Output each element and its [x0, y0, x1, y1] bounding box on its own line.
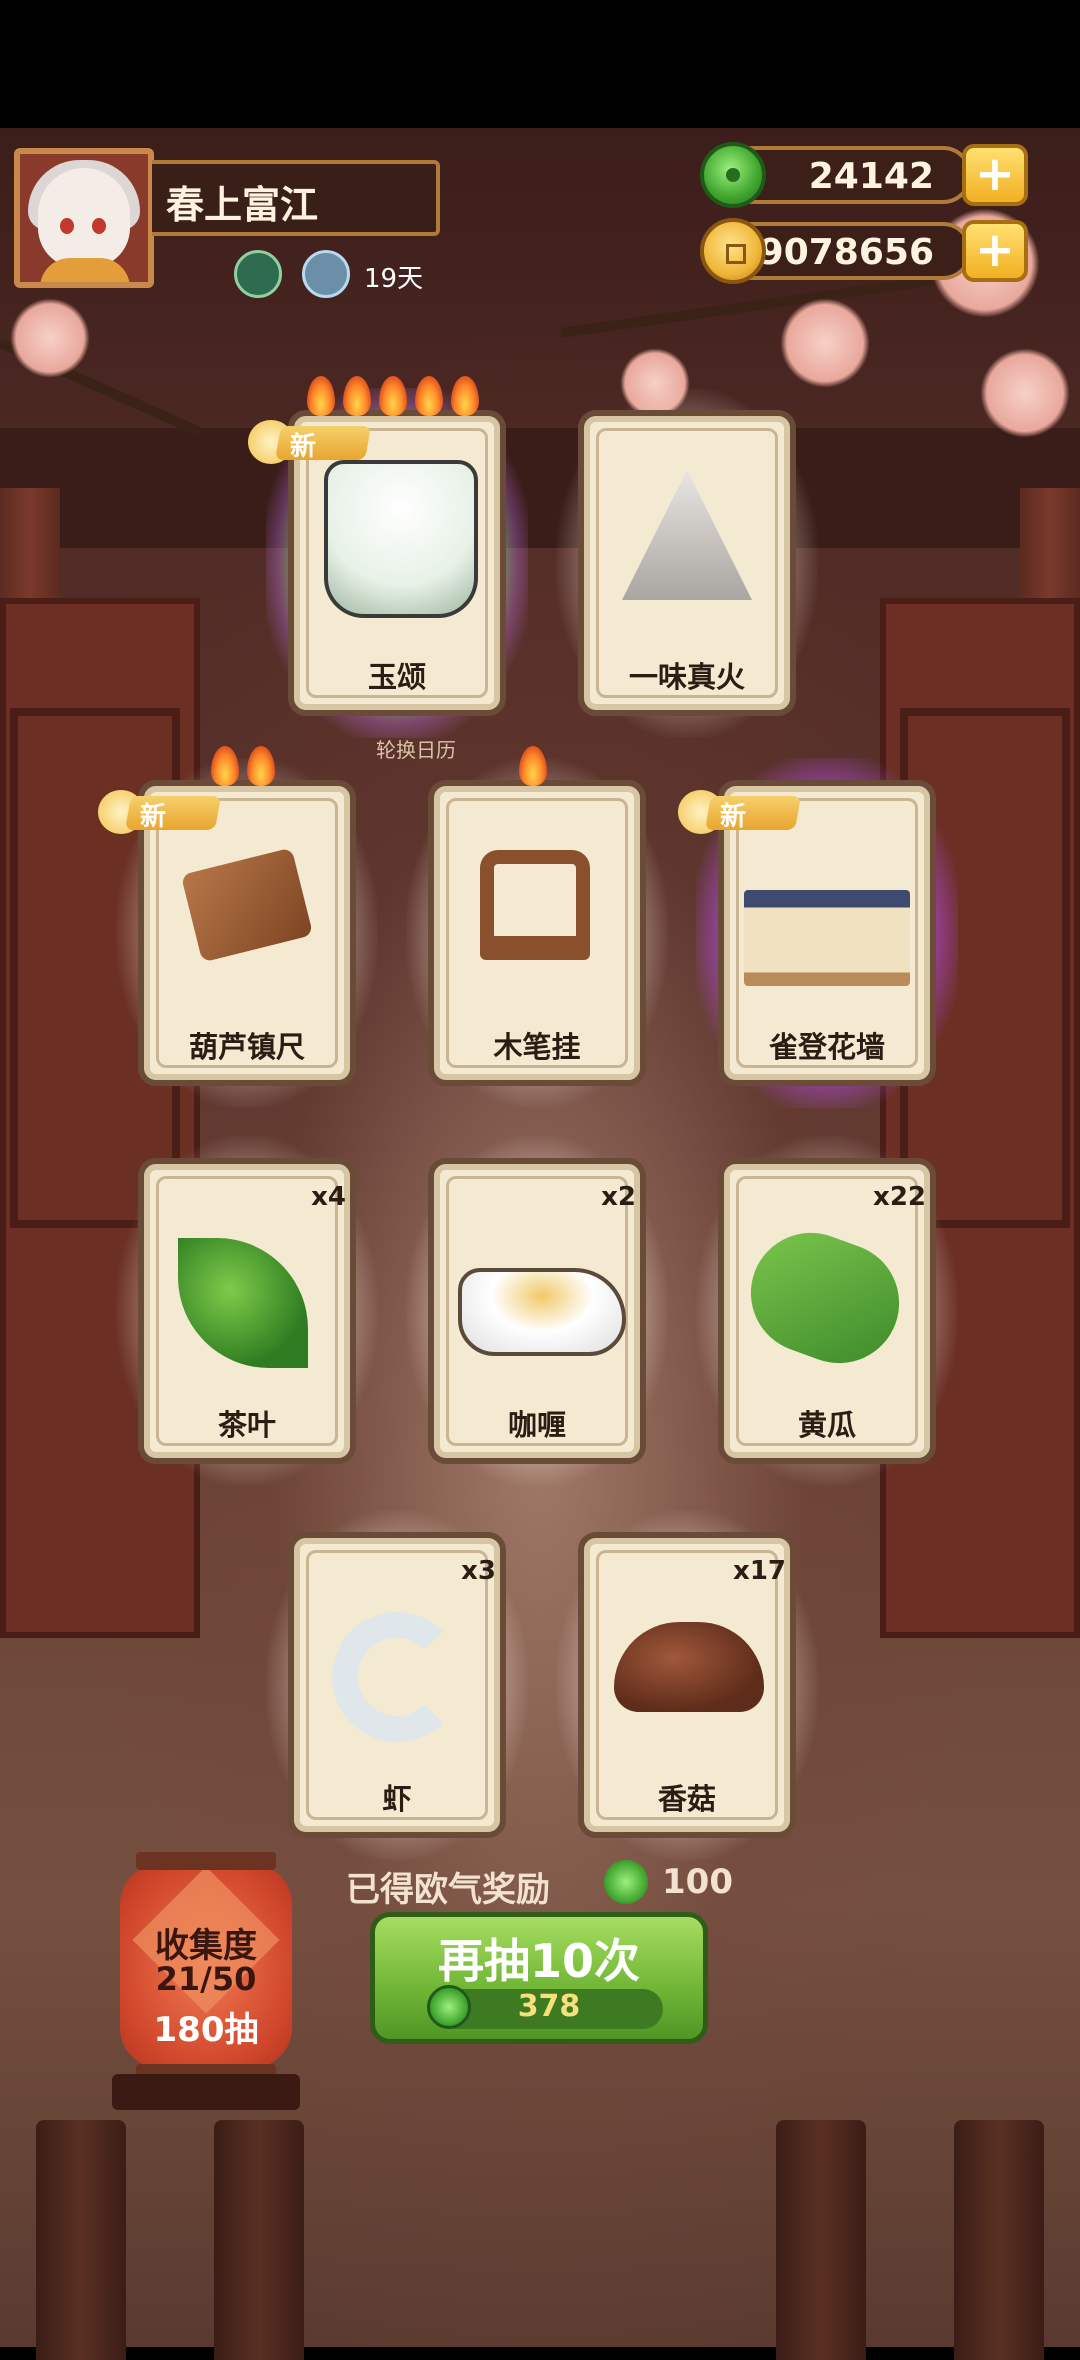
avatar-eye [60, 218, 74, 234]
card-label: 咖喱 [507, 1408, 566, 1442]
redraw-cost: 378 [517, 1989, 581, 2024]
railing-post [214, 2120, 304, 2360]
draws-count: 180抽 [153, 2010, 259, 2050]
new-badge: 新 [248, 420, 371, 464]
jade-cup-icon [324, 460, 478, 618]
flower-wall-icon [744, 890, 910, 986]
avatar-body [40, 258, 130, 282]
reward-card[interactable]: 新雀登花墙 [678, 758, 958, 1108]
player-name: 春上富江 [166, 183, 319, 227]
reward-card[interactable]: x22 黄瓜 [696, 1136, 958, 1486]
jade-amount: 24142 [808, 156, 934, 197]
card-label: 木笔挂 [493, 1030, 581, 1064]
card-count: x17 [733, 1556, 786, 1586]
redraw-label: 再抽10次 [437, 1934, 640, 1988]
new-label: 新 [720, 802, 747, 832]
redraw-button[interactable]: 再抽10次 378 [370, 1912, 708, 2044]
lantern-cap [136, 1852, 276, 1870]
shrimp-icon [332, 1612, 462, 1742]
card-label: 雀登花墙 [768, 1030, 885, 1064]
reward-value: 100 [662, 1862, 733, 1902]
card-label: 玉颂 [367, 660, 426, 694]
card-count: x4 [311, 1182, 346, 1212]
collection-progress: 21/50 [155, 1960, 257, 1998]
card-count: x3 [461, 1556, 496, 1586]
add-jade-button[interactable]: + [962, 144, 1028, 206]
card-count: x22 [873, 1182, 926, 1212]
new-label: 新 [290, 432, 317, 462]
roof-beam [0, 428, 1080, 548]
new-badge: 新 [678, 790, 801, 834]
branch [559, 275, 937, 338]
jade-coin-icon [604, 1860, 648, 1904]
blossom [780, 298, 870, 388]
days-label: 19天 [364, 264, 424, 294]
blossom [10, 298, 90, 378]
add-gold-button[interactable]: + [962, 220, 1028, 282]
new-badge: 新 [98, 790, 221, 834]
avatar-face [38, 168, 130, 268]
reward-card[interactable]: 新玉颂 [248, 376, 528, 738]
reward-card[interactable]: 新葫芦镇尺 [98, 746, 378, 1108]
reward-card[interactable]: x17 香菇 [556, 1510, 818, 1860]
jade-coin-icon [700, 142, 766, 208]
bowl-icon[interactable] [302, 250, 350, 298]
reward-card[interactable]: x3 虾 [266, 1510, 528, 1860]
pet-icon[interactable] [234, 250, 282, 298]
avatar[interactable] [14, 148, 154, 288]
avatar-eye [92, 218, 106, 234]
collection-lantern[interactable]: 收集度 21/50 180抽 [116, 1852, 296, 2082]
gold-amount: 9078656 [758, 232, 934, 273]
new-label: 新 [140, 802, 167, 832]
card-label: 香菇 [657, 1782, 716, 1816]
card-label: 黄瓜 [797, 1408, 856, 1442]
brush-rack-icon [480, 850, 590, 960]
gold-coin-icon [700, 218, 766, 284]
curry-icon [458, 1268, 626, 1356]
card-count: x2 [601, 1182, 636, 1212]
reward-card[interactable]: x4 茶叶 [116, 1136, 378, 1486]
railing-post [954, 2120, 1044, 2360]
railing-post [776, 2120, 866, 2360]
railing-post [36, 2120, 126, 2360]
blossom [980, 348, 1070, 438]
lantern-stand [112, 2074, 300, 2110]
card-label: 一味真火 [628, 660, 745, 694]
card-label: 茶叶 [217, 1408, 276, 1442]
reward-card[interactable]: x2 咖喱 [406, 1136, 668, 1486]
reward-text: 已得欧气奖励 [346, 1870, 550, 1910]
name-plate[interactable]: 春上富江 [152, 160, 440, 236]
card-label: 虾 [382, 1782, 412, 1816]
reward-card[interactable]: 木笔挂 [406, 746, 668, 1108]
card-label: 葫芦镇尺 [188, 1030, 305, 1064]
reward-card[interactable]: 一味真火 [556, 388, 818, 738]
